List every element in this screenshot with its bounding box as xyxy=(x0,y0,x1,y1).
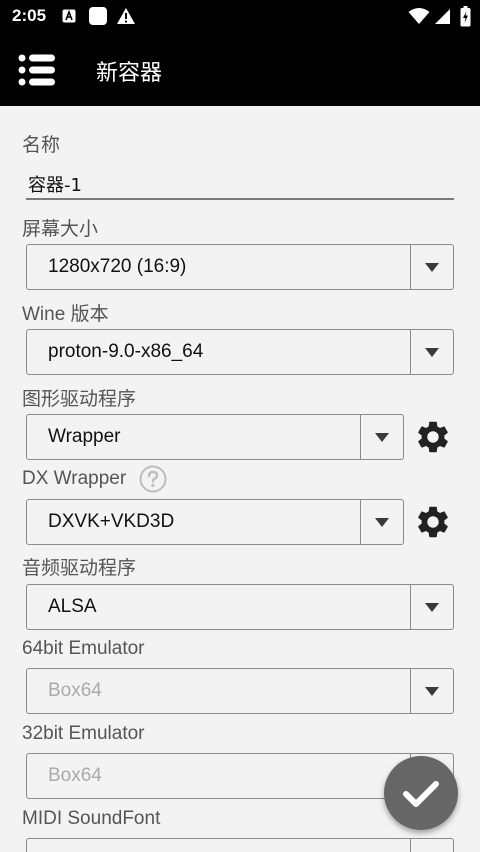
container-form: 名称 屏幕大小 1280x720 (16:9) Wine 版本 proton-9… xyxy=(0,106,480,852)
wine-version-label: Wine 版本 xyxy=(22,304,109,325)
emulator-32-value: Box64 xyxy=(48,765,102,786)
app-bar: 新容器 xyxy=(0,33,480,106)
screen-size-label: 屏幕大小 xyxy=(22,219,99,240)
dx-wrapper-select[interactable]: DXVK+VKD3D xyxy=(26,499,404,545)
dx-wrapper-settings-gear-icon[interactable] xyxy=(414,503,452,541)
emulator-64-select[interactable]: Box64 xyxy=(26,668,454,714)
check-icon xyxy=(403,781,439,807)
name-input[interactable] xyxy=(26,170,454,200)
graphics-driver-select[interactable]: Wrapper xyxy=(26,414,404,460)
audio-driver-label: 音频驱动程序 xyxy=(22,558,137,579)
dropdown-arrow-icon xyxy=(425,348,439,357)
midi-soundfont-label: MIDI SoundFont xyxy=(22,808,161,829)
select-divider xyxy=(409,330,411,374)
dropdown-arrow-icon xyxy=(375,518,389,527)
screen-size-select[interactable]: 1280x720 (16:9) xyxy=(26,244,454,290)
notification-a-icon xyxy=(62,9,76,23)
name-label: 名称 xyxy=(22,135,61,156)
help-question-icon[interactable] xyxy=(139,465,167,493)
screen-size-value: 1280x720 (16:9) xyxy=(48,256,187,277)
dropdown-arrow-icon xyxy=(375,433,389,442)
audio-driver-select[interactable]: ALSA xyxy=(26,584,454,630)
list-menu-icon xyxy=(18,54,55,86)
midi-soundfont-select[interactable] xyxy=(26,838,454,852)
status-bar: 2:05 xyxy=(0,0,480,33)
graphics-driver-settings-gear-icon[interactable] xyxy=(414,418,452,456)
dropdown-arrow-icon xyxy=(425,687,439,696)
emulator-64-label: 64bit Emulator xyxy=(22,638,145,659)
dx-wrapper-value: DXVK+VKD3D xyxy=(48,511,175,532)
select-divider xyxy=(359,415,361,459)
dropdown-arrow-icon xyxy=(425,263,439,272)
dx-wrapper-label: DX Wrapper xyxy=(22,468,127,489)
wifi-icon xyxy=(408,8,430,24)
audio-driver-value: ALSA xyxy=(48,596,97,617)
menu-button[interactable] xyxy=(18,53,58,87)
select-divider xyxy=(409,585,411,629)
select-divider xyxy=(409,839,411,852)
battery-icon xyxy=(460,6,471,27)
confirm-fab-button[interactable] xyxy=(384,756,458,830)
dropdown-arrow-icon xyxy=(425,603,439,612)
wine-version-value: proton-9.0-x86_64 xyxy=(48,341,204,362)
wine-version-select[interactable]: proton-9.0-x86_64 xyxy=(26,329,454,375)
emulator-64-value: Box64 xyxy=(48,680,102,701)
graphics-driver-value: Wrapper xyxy=(48,426,121,447)
status-time: 2:05 xyxy=(12,6,47,25)
select-divider xyxy=(409,669,411,713)
select-divider xyxy=(359,500,361,544)
select-divider xyxy=(409,245,411,289)
square-icon xyxy=(89,7,107,25)
graphics-driver-label: 图形驱动程序 xyxy=(22,389,137,410)
alert-icon xyxy=(117,8,135,24)
signal-icon xyxy=(435,9,450,24)
page-title: 新容器 xyxy=(96,61,163,86)
emulator-32-label: 32bit Emulator xyxy=(22,723,145,744)
